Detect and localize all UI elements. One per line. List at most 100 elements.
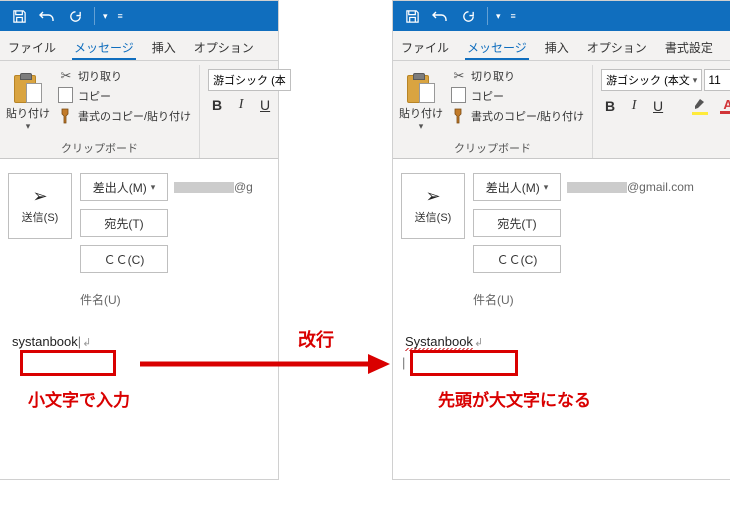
cc-button[interactable]: ＣＣ(C) [473, 245, 561, 273]
italic-button[interactable]: I [234, 97, 248, 113]
highlight-color-button[interactable] [691, 97, 709, 115]
to-button[interactable]: 宛先(T) [473, 209, 561, 237]
scissors-icon: ✂ [451, 67, 467, 83]
bold-button[interactable]: B [210, 97, 224, 113]
copy-icon [451, 88, 467, 104]
font-size-select[interactable]: 11 [704, 69, 730, 91]
undo-icon[interactable] [34, 4, 60, 28]
tab-file[interactable]: ファイル [6, 33, 58, 60]
format-painter-button[interactable]: 書式のコピー/貼り付け [449, 107, 586, 125]
underline-button[interactable]: U [258, 97, 272, 113]
underline-button[interactable]: U [651, 98, 665, 114]
ribbon-body: 貼り付け ▾ ✂ 切り取り コピー [0, 61, 278, 159]
to-button[interactable]: 宛先(T) [80, 209, 168, 237]
typed-text: systanbook|↲ [8, 331, 95, 352]
quick-access-toolbar: ▾ ≡ [393, 1, 730, 31]
highlight-icon [693, 97, 707, 110]
scissors-icon: ✂ [58, 67, 74, 83]
tab-insert[interactable]: 挿入 [543, 33, 571, 60]
paste-label: 貼り付け [399, 105, 443, 121]
tab-options[interactable]: オプション [585, 33, 649, 60]
qat-customize-chevron-icon[interactable]: ▾ [494, 11, 503, 22]
qat-separator [487, 7, 488, 25]
redo-icon[interactable] [62, 4, 88, 28]
brush-icon [58, 108, 74, 124]
message-body[interactable]: systanbook|↲ [8, 334, 270, 349]
bold-button[interactable]: B [603, 98, 617, 114]
from-label: 差出人(M) [93, 179, 147, 196]
send-icon: ➢ [32, 187, 47, 205]
qat-overflow-chevron-icon[interactable]: ≡ [116, 11, 125, 21]
annotation-capitalized: 先頭が大文字になる [438, 386, 591, 411]
arrow-icon [140, 350, 390, 380]
format-painter-button[interactable]: 書式のコピー/貼り付け [56, 107, 193, 125]
body-text: systanbook [12, 334, 78, 349]
copy-button[interactable]: コピー [56, 87, 193, 105]
font-name-value: 游ゴシック (本 [213, 72, 286, 88]
tab-file[interactable]: ファイル [399, 33, 451, 60]
from-value: @g [174, 180, 253, 194]
font-name-select[interactable]: 游ゴシック (本文▾ [601, 69, 702, 91]
copy-button[interactable]: コピー [449, 87, 586, 105]
italic-button[interactable]: I [627, 98, 641, 114]
save-icon[interactable] [6, 4, 32, 28]
clipboard-group: 貼り付け ▾ ✂ 切り取り コピー [4, 65, 200, 158]
font-color-button[interactable]: A [719, 98, 730, 114]
qat-overflow-chevron-icon[interactable]: ≡ [509, 11, 518, 21]
tab-options[interactable]: オプション [192, 33, 256, 60]
cut-button[interactable]: ✂ 切り取り [449, 67, 586, 85]
undo-icon[interactable] [427, 4, 453, 28]
copy-icon [58, 88, 74, 104]
send-button[interactable]: ➢ 送信(S) [401, 173, 465, 239]
tab-insert[interactable]: 挿入 [150, 33, 178, 60]
chevron-down-icon[interactable]: ▾ [419, 121, 424, 132]
from-button[interactable]: 差出人(M) ▾ [473, 173, 561, 201]
cut-button[interactable]: ✂ 切り取り [56, 67, 193, 85]
send-button[interactable]: ➢ 送信(S) [8, 173, 72, 239]
cc-label: ＣＣ(C) [497, 251, 538, 268]
ribbon-tabs: ファイル メッセージ 挿入 オプション [0, 31, 278, 61]
copy-label: コピー [471, 88, 504, 104]
quick-access-toolbar: ▾ ≡ [0, 1, 278, 31]
highlight-box-before [20, 350, 116, 376]
tab-message[interactable]: メッセージ [465, 33, 529, 60]
subject-row[interactable]: 件名(U) [393, 291, 730, 316]
font-group: 游ゴシック (本文▾ 11 B I U [599, 65, 730, 158]
return-mark-icon: ↲ [82, 337, 91, 349]
chevron-down-icon: ▾ [544, 182, 549, 193]
redo-icon[interactable] [455, 4, 481, 28]
return-mark-icon: ↲ [474, 337, 483, 349]
from-label: 差出人(M) [486, 179, 540, 196]
send-label: 送信(S) [415, 209, 452, 225]
from-button[interactable]: 差出人(M) ▾ [80, 173, 168, 201]
tab-format[interactable]: 書式設定 [663, 33, 715, 60]
clipboard-group: 貼り付け ▾ ✂ 切り取り コピー [397, 65, 593, 158]
tab-message[interactable]: メッセージ [72, 33, 136, 60]
font-group: 游ゴシック (本 B I U [206, 65, 291, 158]
typed-text: Systanbook↲ [401, 331, 487, 352]
highlight-box-after [410, 350, 518, 376]
save-icon[interactable] [399, 4, 425, 28]
chevron-down-icon: ▾ [151, 182, 156, 193]
paste-button[interactable]: 貼り付け ▾ [6, 65, 50, 138]
chevron-down-icon[interactable]: ▾ [26, 121, 31, 132]
to-label: 宛先(T) [104, 215, 143, 232]
subject-row[interactable]: 件名(U) [0, 291, 278, 316]
body-text: Systanbook [405, 334, 473, 351]
format-painter-label: 書式のコピー/貼り付け [78, 108, 191, 124]
masked-email [174, 182, 234, 193]
cut-label: 切り取り [471, 68, 515, 84]
qat-separator [94, 7, 95, 25]
qat-customize-chevron-icon[interactable]: ▾ [101, 11, 110, 22]
send-icon: ➢ [425, 187, 440, 205]
masked-email [567, 182, 627, 193]
brush-icon [451, 108, 467, 124]
paste-button[interactable]: 貼り付け ▾ [399, 65, 443, 138]
from-value: @gmail.com [567, 180, 694, 194]
cc-button[interactable]: ＣＣ(C) [80, 245, 168, 273]
ribbon-tabs: ファイル メッセージ 挿入 オプション 書式設定 [393, 31, 730, 61]
paste-label: 貼り付け [6, 105, 50, 121]
paste-icon [407, 73, 435, 103]
font-size-value: 11 [708, 73, 720, 87]
font-name-select[interactable]: 游ゴシック (本 [208, 69, 291, 91]
